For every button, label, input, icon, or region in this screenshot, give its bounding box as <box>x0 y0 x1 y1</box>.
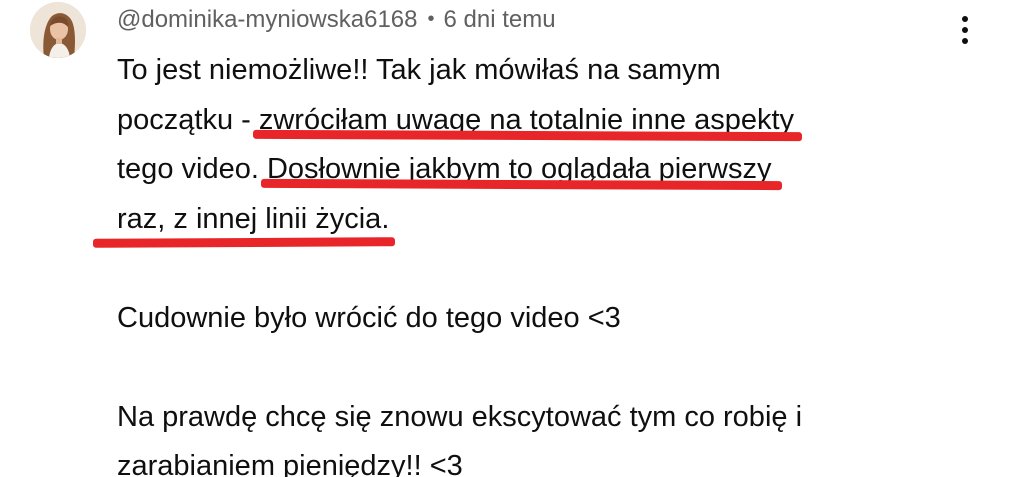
highlighted-text: Dosłownie jakbym to oglądała pierwszy <box>266 153 772 185</box>
comment-card: @dominika-myniowska6168 • 6 dni temu To je… <box>0 0 1024 477</box>
comment-line: Na prawdę chcę się znowu ekscytować tym … <box>117 400 803 433</box>
comment-line: zarabianiem pieniędzy!! <3 <box>117 450 463 477</box>
comment-line-plain: tego video. <box>117 153 267 185</box>
highlighted-text: zwróciłam uwagę na totalnie inne aspekty <box>258 103 795 136</box>
more-options-button[interactable] <box>950 12 980 48</box>
comment-meta: @dominika-myniowska6168 • 6 dni temu <box>117 5 556 34</box>
comment-paragraph-2: Cudownie było wrócić do tego video <3 <box>117 301 621 334</box>
more-vertical-icon <box>962 16 968 44</box>
comment-text: To jest niemożliwe!! Tak jak mówiłaś na … <box>117 46 957 477</box>
author-handle[interactable]: @dominika-myniowska6168 <box>117 6 418 33</box>
comment-line-plain: początku - <box>117 103 259 136</box>
avatar[interactable] <box>30 2 86 58</box>
user-avatar-photo-icon <box>30 2 86 58</box>
comment-paragraph-3: Na prawdę chcę się znowu ekscytować tym … <box>117 393 957 477</box>
meta-separator: • <box>427 8 435 30</box>
highlighted-text: raz, z innej linii życia. <box>117 202 390 235</box>
comment-timestamp[interactable]: 6 dni temu <box>444 6 556 33</box>
comment-paragraph-1: To jest niemożliwe!! Tak jak mówiłaś na … <box>117 46 957 244</box>
comment-line: To jest niemożliwe!! Tak jak mówiłaś na … <box>117 54 721 86</box>
